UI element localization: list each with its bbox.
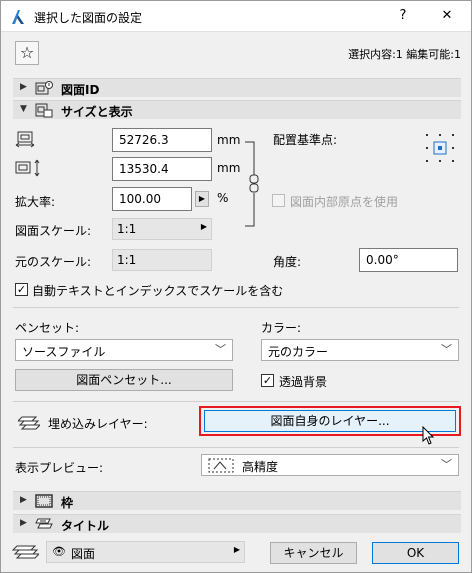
- anchor-point-label: 配置基準点:: [273, 133, 338, 147]
- frame-icon: [35, 494, 53, 508]
- section-frame[interactable]: ▶ 枠: [13, 491, 461, 510]
- eye-icon: 👁: [52, 545, 66, 558]
- embedded-layers-label: 埋め込みレイヤー:: [48, 417, 148, 431]
- display-preview-dropdown[interactable]: 高精度 ﹀: [201, 454, 459, 476]
- penset-value: ソースファイル: [22, 345, 106, 359]
- chevron-down-icon: ﹀: [441, 343, 452, 356]
- separator: [13, 307, 459, 308]
- section-size-display-label: サイズと表示: [61, 105, 133, 119]
- scale-unit: %: [217, 191, 229, 205]
- window-title: 選択した図面の設定: [34, 11, 143, 25]
- scale-field[interactable]: 100.00: [112, 187, 192, 211]
- width-field[interactable]: 52726.3: [112, 128, 212, 152]
- separator: [13, 401, 459, 402]
- play-arrow-icon: ▶: [198, 194, 206, 203]
- drawing-scale-dropdown[interactable]: 1:1 ▶: [112, 218, 212, 240]
- width-icon: [15, 131, 35, 148]
- auto-text-label: 自動テキストとインデックスでスケールを含む: [32, 284, 284, 298]
- cancel-button[interactable]: キャンセル: [270, 542, 357, 564]
- separator: [13, 447, 459, 448]
- expand-triangle-icon: ▶: [20, 518, 27, 528]
- close-button[interactable]: ✕: [432, 5, 462, 27]
- auto-text-checkbox[interactable]: ✓: [15, 283, 28, 296]
- layer-stack-icon: [11, 545, 39, 559]
- archicad-app-icon: [12, 10, 24, 24]
- layer-value: 図面: [71, 547, 96, 561]
- width-unit: mm: [217, 133, 241, 147]
- drawing-penset-button[interactable]: 図面ペンセット...: [15, 369, 233, 391]
- section-title[interactable]: ▶ タイトル: [13, 514, 461, 533]
- transparent-bg-label: 透過背景: [279, 375, 328, 389]
- own-layer-button[interactable]: 図面自身のレイヤー...: [204, 410, 456, 432]
- original-scale-label: 元のスケール:: [15, 255, 92, 269]
- section-drawing-id-label: 図面ID: [61, 83, 100, 97]
- height-field[interactable]: 13530.4: [112, 157, 212, 181]
- dropdown-arrow-icon: ▶: [200, 222, 207, 231]
- preview-quality-icon: [208, 458, 234, 473]
- ok-button[interactable]: OK: [372, 542, 459, 564]
- section-title-label: タイトル: [61, 519, 110, 533]
- check-icon: ✓: [262, 374, 273, 387]
- anchor-point-selector[interactable]: [425, 133, 455, 163]
- favorites-star-button[interactable]: ☆: [15, 41, 39, 65]
- mouse-cursor-icon: [422, 426, 435, 445]
- title-icon: [35, 518, 53, 529]
- expand-triangle-icon: ▶: [20, 82, 27, 92]
- use-origin-label: 図面内部原点を使用: [290, 195, 399, 209]
- size-display-icon: [35, 103, 53, 118]
- expand-triangle-icon: ▶: [20, 495, 27, 505]
- section-frame-label: 枠: [61, 496, 74, 510]
- dialog-window: 選択した図面の設定 ? ✕ ☆ 選択内容:1 編集可能:1 ▶ 図面ID ▼ サ…: [0, 0, 472, 573]
- color-value: 元のカラー: [268, 345, 329, 359]
- layer-dropdown[interactable]: 👁 図面 ▶: [46, 541, 245, 563]
- section-size-display[interactable]: ▼ サイズと表示: [13, 100, 461, 119]
- title-bar: 選択した図面の設定 ? ✕: [1, 1, 471, 32]
- collapse-triangle-icon: ▼: [20, 104, 27, 114]
- display-preview-label: 表示プレビュー:: [15, 461, 104, 475]
- star-icon: ☆: [19, 43, 35, 62]
- angle-label: 角度:: [273, 255, 302, 269]
- drawing-scale-label: 図面スケール:: [15, 224, 92, 238]
- scale-label: 拡大率:: [15, 195, 56, 209]
- link-proportions-icon[interactable]: [244, 141, 266, 227]
- display-preview-value: 高精度: [242, 460, 279, 474]
- check-icon: ✓: [16, 283, 27, 296]
- color-label: カラー:: [261, 321, 302, 335]
- chevron-down-icon: ﹀: [215, 343, 226, 356]
- height-icon: [15, 159, 40, 177]
- scale-menu-button[interactable]: ▶: [195, 191, 209, 207]
- height-unit: mm: [217, 161, 241, 175]
- transparent-bg-checkbox[interactable]: ✓: [261, 374, 274, 387]
- color-dropdown[interactable]: 元のカラー ﹀: [261, 339, 459, 361]
- drawing-scale-value: 1:1: [117, 222, 137, 236]
- drawing-id-icon: [35, 81, 53, 95]
- use-origin-checkbox[interactable]: [272, 194, 285, 207]
- chevron-down-icon: ﹀: [441, 458, 452, 471]
- penset-dropdown[interactable]: ソースファイル ﹀: [15, 339, 233, 361]
- dropdown-arrow-icon: ▶: [233, 545, 240, 554]
- layers-icon: [18, 416, 40, 430]
- selection-info: 選択内容:1 編集可能:1: [348, 48, 461, 61]
- penset-label: ペンセット:: [15, 321, 80, 335]
- original-scale-value: 1:1: [112, 249, 212, 271]
- angle-field[interactable]: 0.00°: [359, 248, 458, 272]
- help-button[interactable]: ?: [388, 5, 418, 27]
- section-drawing-id[interactable]: ▶ 図面ID: [13, 78, 461, 97]
